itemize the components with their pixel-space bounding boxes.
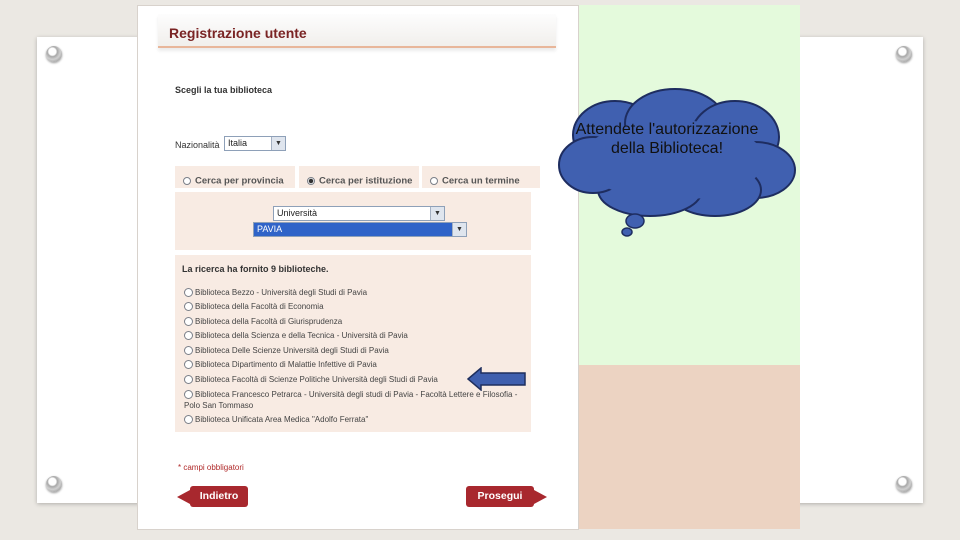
institution-value: PAVIA (257, 224, 283, 234)
tab-label: Cerca per istituzione (319, 175, 413, 187)
radio-icon (184, 375, 193, 385)
result-item[interactable]: Biblioteca Dipartimento di Malattie Infe… (184, 360, 377, 370)
chevron-down-icon: ▼ (430, 207, 444, 220)
radio-icon (183, 176, 191, 185)
choose-library-label: Scegli la tua biblioteca (175, 85, 273, 95)
result-item[interactable]: Biblioteca Facoltà di Scienze Politiche … (184, 375, 438, 385)
institution-select[interactable]: PAVIA ▼ (253, 222, 467, 237)
result-item[interactable]: Biblioteca Francesco Petrarca - Universi… (184, 389, 524, 411)
pointer-arrow-icon (467, 367, 526, 391)
tab-label: Cerca per provincia (195, 175, 284, 187)
tab-istituzione[interactable]: Cerca per istituzione (299, 166, 419, 188)
nationality-label: Nazionalità (175, 140, 220, 150)
title-bar: Registrazione utente (158, 14, 556, 48)
radio-icon (184, 317, 193, 327)
radio-icon (184, 360, 193, 370)
chevron-down-icon: ▼ (452, 223, 466, 236)
tab-termine[interactable]: Cerca un termine (422, 166, 540, 188)
result-item[interactable]: Biblioteca Bezzo - Università degli Stud… (184, 288, 367, 298)
radio-icon (184, 415, 193, 425)
radio-icon (184, 288, 193, 298)
results-heading: La ricerca ha fornito 9 biblioteche. (182, 264, 329, 274)
institution-type-select[interactable]: Università ▼ (273, 206, 445, 221)
result-item[interactable]: Biblioteca della Scienza e della Tecnica… (184, 331, 408, 341)
radio-icon (184, 302, 193, 312)
next-button[interactable]: Prosegui (466, 486, 534, 507)
next-button-label: Prosegui (477, 490, 523, 502)
radio-icon (184, 346, 193, 356)
page-title: Registrazione utente (169, 25, 307, 41)
peach-panel (556, 365, 800, 529)
arrow-left-icon (177, 490, 190, 504)
back-button-label: Indietro (199, 490, 239, 502)
pin-icon (896, 476, 912, 492)
registration-screenshot: Registrazione utente Scegli la tua bibli… (137, 5, 579, 530)
radio-icon (184, 331, 193, 341)
institution-panel: Università ▼ PAVIA ▼ (175, 192, 531, 250)
tab-provincia[interactable]: Cerca per provincia (175, 166, 295, 188)
arrow-right-icon (534, 490, 547, 504)
tab-label: Cerca un termine (442, 175, 520, 187)
nationality-value: Italia (228, 138, 248, 148)
nationality-select[interactable]: Italia ▼ (224, 136, 286, 151)
pin-icon (46, 46, 62, 62)
result-item[interactable]: Biblioteca Unificata Area Medica "Adolfo… (184, 415, 368, 425)
thought-cloud-icon (558, 88, 796, 237)
chevron-down-icon: ▼ (271, 137, 285, 150)
radio-selected-icon (307, 176, 315, 185)
result-item[interactable]: Biblioteca della Facoltà di Economia (184, 302, 324, 312)
radio-icon (430, 176, 438, 185)
pin-icon (46, 476, 62, 492)
callout-text: Attendete l'autorizzazione della Bibliot… (575, 121, 759, 157)
back-button[interactable]: Indietro (190, 486, 248, 507)
institution-type-value: Università (277, 208, 318, 218)
result-item[interactable]: Biblioteca della Facoltà di Giurispruden… (184, 317, 342, 327)
radio-icon (184, 390, 193, 400)
results-panel: La ricerca ha fornito 9 biblioteche. Bib… (175, 255, 531, 432)
result-item[interactable]: Biblioteca Delle Scienze Università degl… (184, 346, 389, 356)
pin-icon (896, 46, 912, 62)
required-note: * campi obbligatori (178, 463, 244, 472)
